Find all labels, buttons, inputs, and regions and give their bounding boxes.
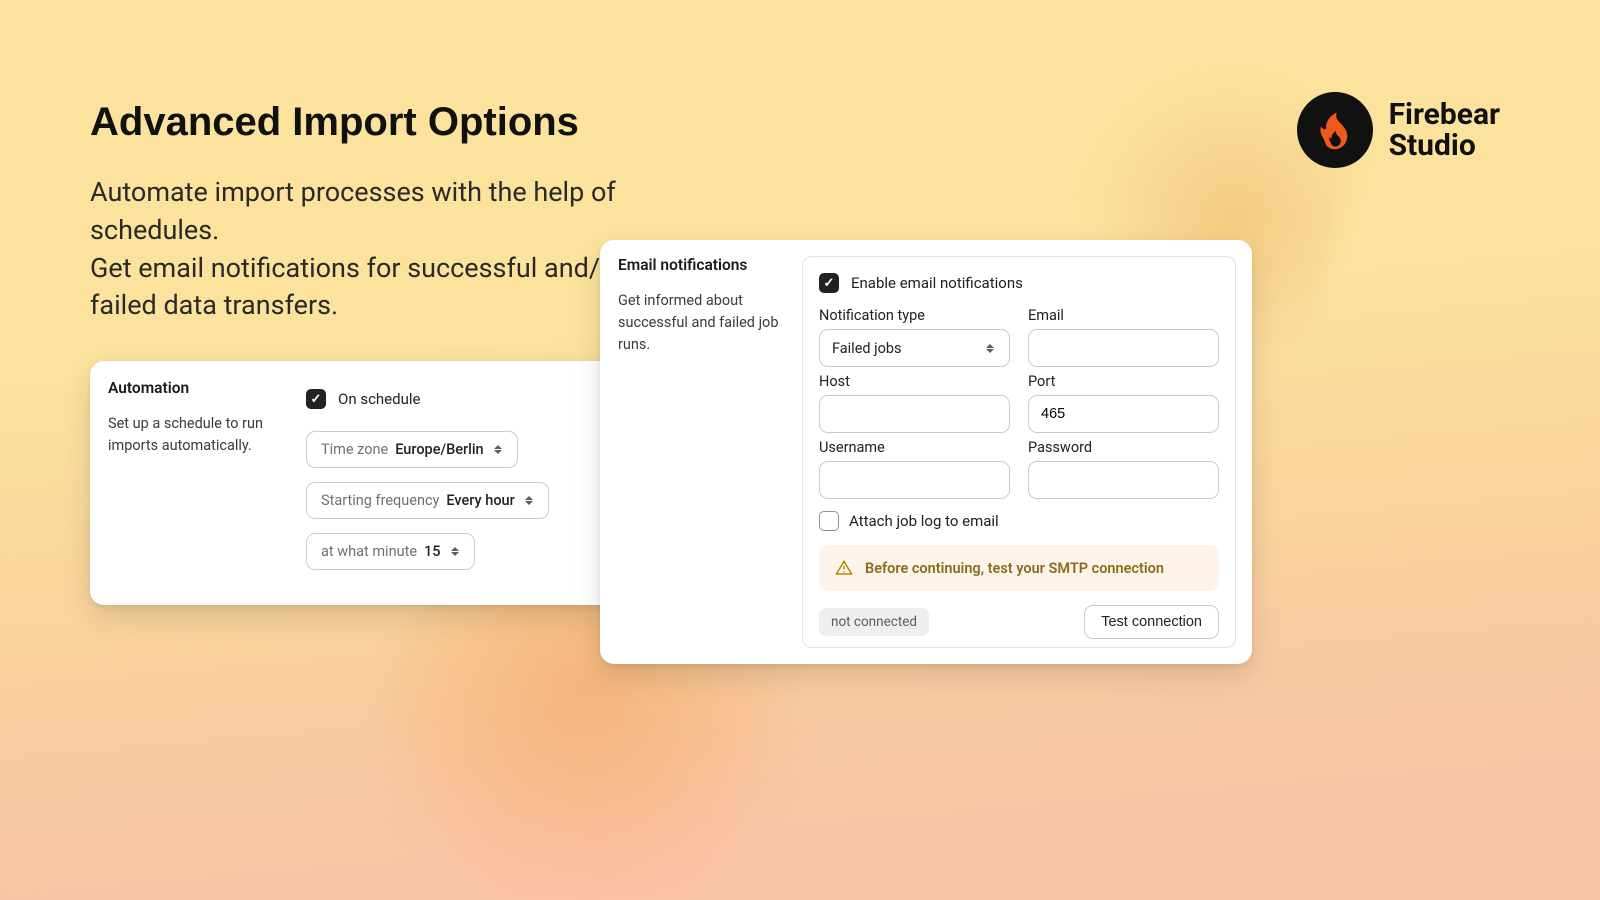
enable-email-checkbox[interactable] <box>819 273 839 293</box>
chevron-updown-icon <box>983 344 997 353</box>
minute-select[interactable]: at what minute 15 <box>306 533 475 570</box>
smtp-warning-text: Before continuing, test your SMTP connec… <box>865 560 1164 577</box>
page-description-line1: Automate import processes with the help … <box>90 174 630 250</box>
enable-email-label: Enable email notifications <box>851 274 1023 292</box>
chevron-updown-icon <box>448 547 462 556</box>
minute-prefix: at what minute <box>321 543 417 560</box>
email-description: Get informed about successful and failed… <box>618 290 786 355</box>
warning-icon <box>835 559 853 577</box>
chevron-updown-icon <box>491 445 505 454</box>
brand: Firebear Studio <box>1297 92 1500 168</box>
host-input[interactable] <box>832 406 997 422</box>
minute-value: 15 <box>424 543 440 560</box>
connection-status-pill: not connected <box>819 608 929 636</box>
email-field-label: Email <box>1028 307 1219 324</box>
on-schedule-label: On schedule <box>338 390 420 408</box>
frequency-value: Every hour <box>446 492 514 509</box>
automation-heading: Automation <box>108 379 272 397</box>
password-input[interactable] <box>1041 472 1206 488</box>
notification-type-value: Failed jobs <box>832 340 902 357</box>
smtp-warning-banner: Before continuing, test your SMTP connec… <box>819 545 1219 591</box>
email-input[interactable] <box>1041 340 1206 356</box>
firebear-logo-icon <box>1297 92 1373 168</box>
attach-log-label: Attach job log to email <box>849 512 999 530</box>
timezone-prefix: Time zone <box>321 441 388 458</box>
timezone-select[interactable]: Time zone Europe/Berlin <box>306 431 518 468</box>
username-label: Username <box>819 439 1010 456</box>
brand-line2: Studio <box>1389 130 1500 162</box>
chevron-updown-icon <box>522 496 536 505</box>
email-notifications-card: Email notifications Get informed about s… <box>600 240 1252 664</box>
frequency-select[interactable]: Starting frequency Every hour <box>306 482 549 519</box>
password-label: Password <box>1028 439 1219 456</box>
timezone-value: Europe/Berlin <box>395 441 483 458</box>
brand-text: Firebear Studio <box>1389 99 1500 162</box>
automation-card: Automation Set up a schedule to run impo… <box>90 361 655 605</box>
page-description-line2: Get email notifications for successful a… <box>90 250 630 326</box>
notification-type-label: Notification type <box>819 307 1010 324</box>
attach-log-checkbox[interactable] <box>819 511 839 531</box>
host-label: Host <box>819 373 1010 390</box>
email-heading: Email notifications <box>618 256 786 274</box>
notification-type-select[interactable]: Failed jobs <box>819 329 1010 367</box>
port-input[interactable] <box>1041 406 1206 422</box>
on-schedule-checkbox[interactable] <box>306 389 326 409</box>
page-title: Advanced Import Options <box>90 100 579 145</box>
port-label: Port <box>1028 373 1219 390</box>
frequency-prefix: Starting frequency <box>321 492 439 509</box>
username-input[interactable] <box>832 472 997 488</box>
page-description: Automate import processes with the help … <box>90 174 630 325</box>
brand-line1: Firebear <box>1389 99 1500 131</box>
test-connection-button[interactable]: Test connection <box>1084 605 1219 639</box>
automation-description: Set up a schedule to run imports automat… <box>108 413 272 457</box>
